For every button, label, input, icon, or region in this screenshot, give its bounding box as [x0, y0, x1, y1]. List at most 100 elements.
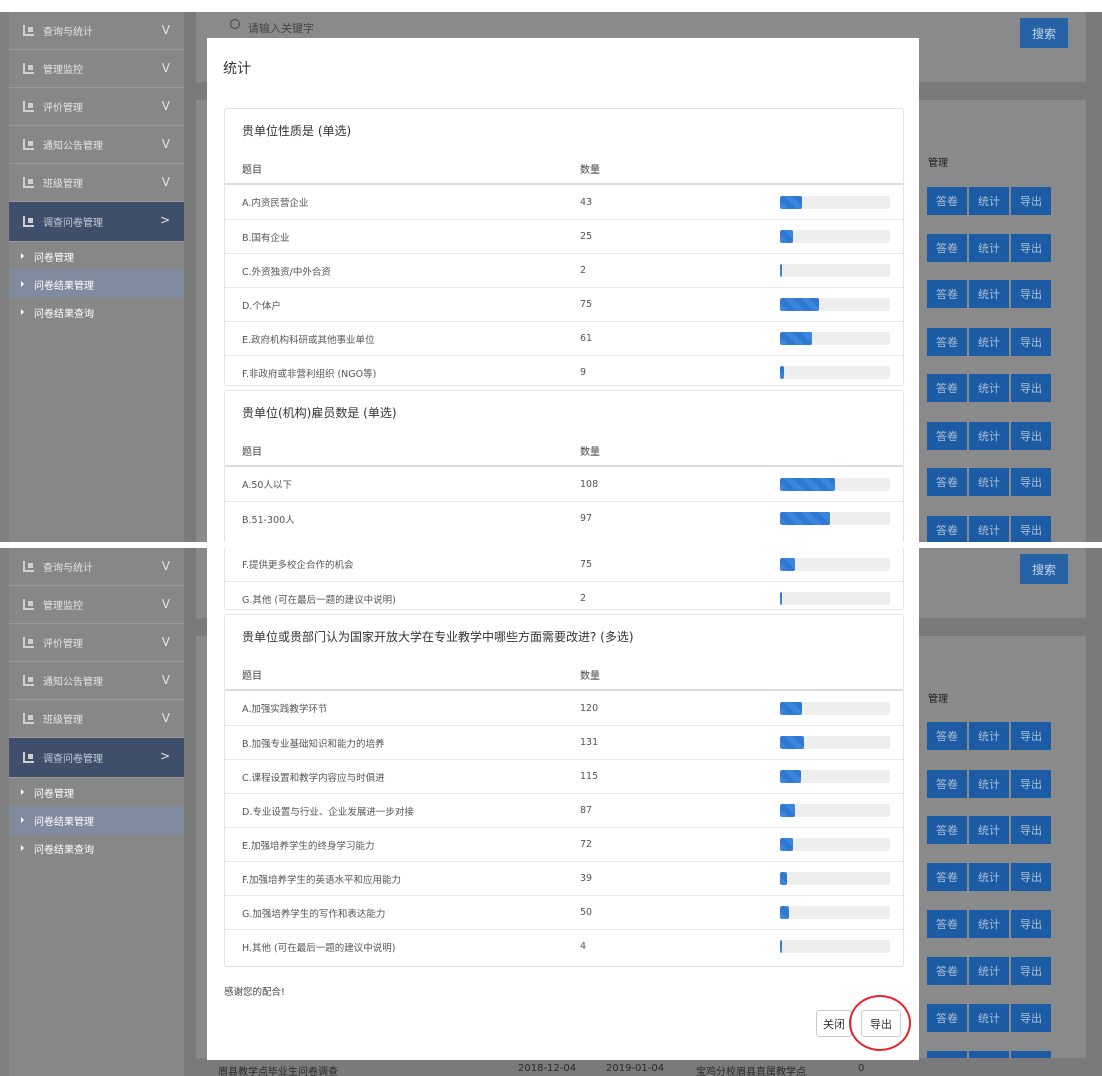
- table-row: B.国有企业 25: [225, 219, 903, 253]
- export-row-button[interactable]: 导出: [1011, 770, 1051, 798]
- stats-button[interactable]: 统计: [969, 187, 1009, 215]
- progress-bar: [780, 736, 890, 749]
- option-label: C.课程设置和教学内容应与时俱进: [242, 772, 385, 784]
- answer-button[interactable]: 答卷: [927, 422, 967, 450]
- stats-button[interactable]: 统计: [969, 234, 1009, 262]
- export-row-button[interactable]: 导出: [1011, 957, 1051, 985]
- table-row: B.51-300人 97: [225, 501, 903, 535]
- stats-button[interactable]: 统计: [969, 910, 1009, 938]
- export-row-button[interactable]: 导出: [1011, 374, 1051, 402]
- sidebar-item-evaluation[interactable]: 评价管理 V: [9, 88, 184, 126]
- stats-button[interactable]: 统计: [969, 957, 1009, 985]
- option-count: 25: [580, 231, 593, 242]
- sidebar-item-monitoring[interactable]: 管理监控 V: [9, 50, 184, 88]
- progress-bar: [780, 804, 890, 817]
- export-row-button[interactable]: 导出: [1011, 422, 1051, 450]
- stats-button[interactable]: 统计: [969, 863, 1009, 891]
- sidebar-subitem-result-manage[interactable]: 问卷结果管理: [9, 806, 184, 834]
- export-row-button[interactable]: 导出: [1011, 722, 1051, 750]
- export-row-button[interactable]: 导出: [1011, 187, 1051, 215]
- caret-right-icon: [21, 789, 24, 795]
- answer-button[interactable]: 答卷: [927, 957, 967, 985]
- sidebar-item-notices[interactable]: 通知公告管理 V: [9, 126, 184, 164]
- folder-tree-icon: [23, 599, 34, 610]
- progress-bar: [780, 366, 890, 379]
- sidebar-item-label: 管理监控: [43, 65, 83, 76]
- stats-button[interactable]: 统计: [969, 1004, 1009, 1032]
- sidebar-item-surveys[interactable]: 调查问卷管理 >: [9, 202, 184, 242]
- answer-button[interactable]: 答卷: [927, 374, 967, 402]
- stats-button[interactable]: 统计: [969, 468, 1009, 496]
- close-button[interactable]: 关闭: [816, 1010, 852, 1037]
- stats-button[interactable]: 统计: [969, 280, 1009, 308]
- search-input-box[interactable]: 请输入关键字: [224, 12, 914, 40]
- chevron-down-icon: V: [161, 635, 170, 649]
- stats-button[interactable]: 统计: [969, 816, 1009, 844]
- sidebar-item-classes[interactable]: 班级管理 V: [9, 164, 184, 202]
- sidebar: 查询与统计 V 管理监控 V 评价管理 V 通知公告管理 V 班级管理 V 调查问卷管理 >…: [9, 548, 184, 1076]
- sidebar-item-query-stats[interactable]: 查询与统计 V: [9, 548, 184, 586]
- sidebar-item-monitoring[interactable]: 管理监控 V: [9, 586, 184, 624]
- export-row-button[interactable]: 导出: [1011, 1004, 1051, 1032]
- highlight-circle: [849, 995, 911, 1051]
- export-row-button[interactable]: 导出: [1011, 280, 1051, 308]
- sidebar-subitem-result-query[interactable]: 问卷结果查询: [9, 298, 184, 326]
- sidebar-subitem-survey-manage[interactable]: 问卷管理: [9, 242, 184, 270]
- export-row-button[interactable]: 导出: [1011, 328, 1051, 356]
- sidebar-subitem-label: 问卷结果查询: [34, 844, 94, 856]
- stats-button[interactable]: 统计: [969, 722, 1009, 750]
- export-row-button[interactable]: 导出: [1011, 468, 1051, 496]
- sidebar-item-evaluation[interactable]: 评价管理 V: [9, 624, 184, 662]
- sidebar: 查询与统计 V 管理监控 V 评价管理 V 通知公告管理 V 班级管理 V 调查问卷管理 >…: [9, 12, 184, 542]
- export-row-button[interactable]: 导出: [1011, 516, 1051, 542]
- answer-button[interactable]: 答卷: [927, 1004, 967, 1032]
- export-row-button[interactable]: 导出: [1011, 816, 1051, 844]
- option-count: 2: [580, 265, 587, 276]
- sidebar-subitem-survey-manage[interactable]: 问卷管理: [9, 778, 184, 806]
- progress-fill: [780, 332, 812, 345]
- search-button[interactable]: 搜索: [1020, 554, 1068, 584]
- answer-button[interactable]: 答卷: [927, 468, 967, 496]
- progress-bar: [780, 940, 890, 953]
- count-cell: 0: [858, 1063, 865, 1074]
- search-button[interactable]: 搜索: [1020, 18, 1068, 48]
- answer-button[interactable]: 答卷: [927, 770, 967, 798]
- option-count: 2: [580, 593, 587, 604]
- site-cell: 宝鸡分校眉县直属教学点: [696, 1067, 806, 1076]
- answer-button[interactable]: 答卷: [927, 910, 967, 938]
- stats-button[interactable]: 统计: [969, 374, 1009, 402]
- stats-button[interactable]: 统计: [969, 422, 1009, 450]
- manage-column-header: 管理: [928, 158, 948, 169]
- answer-button[interactable]: 答卷: [927, 280, 967, 308]
- sidebar-subitem-result-query[interactable]: 问卷结果查询: [9, 834, 184, 862]
- export-row-button[interactable]: 导出: [1011, 910, 1051, 938]
- answer-button[interactable]: 答卷: [927, 516, 967, 542]
- survey-name-cell: 眉县教学点毕业生问卷调查: [218, 1067, 338, 1076]
- chevron-down-icon: V: [161, 597, 170, 611]
- answer-button[interactable]: 答卷: [927, 722, 967, 750]
- stats-button[interactable]: 统计: [969, 516, 1009, 542]
- search-input[interactable]: 请输入关键字: [248, 20, 314, 36]
- sidebar-item-surveys[interactable]: 调查问卷管理 >: [9, 738, 184, 778]
- sidebar-item-notices[interactable]: 通知公告管理 V: [9, 662, 184, 700]
- option-count: 131: [580, 737, 599, 748]
- stats-button[interactable]: 统计: [969, 770, 1009, 798]
- export-row-button[interactable]: 导出: [1011, 863, 1051, 891]
- answer-button[interactable]: 答卷: [927, 187, 967, 215]
- table-row: F.非政府或非营利组织 (NGO等) 9: [225, 355, 903, 389]
- answer-button[interactable]: 答卷: [927, 816, 967, 844]
- sidebar-subitem-result-manage[interactable]: 问卷结果管理: [9, 270, 184, 298]
- table-row: F.提供更多校企合作的机会 75: [225, 548, 903, 581]
- table-row[interactable]: 眉县教学点毕业生问卷调查 2018-12-04 2019-01-04 宝鸡分校眉…: [184, 1058, 1102, 1076]
- progress-bar: [780, 872, 890, 885]
- answer-button[interactable]: 答卷: [927, 863, 967, 891]
- export-row-button[interactable]: 导出: [1011, 234, 1051, 262]
- sidebar-item-query-stats[interactable]: 查询与统计 V: [9, 12, 184, 50]
- answer-button[interactable]: 答卷: [927, 234, 967, 262]
- progress-fill: [780, 872, 787, 885]
- col-count: 数量: [580, 670, 600, 682]
- answer-button[interactable]: 答卷: [927, 328, 967, 356]
- bottom-screenshot-panel: 搜索 管理 答卷 统计 导出 答卷 统计 导出 答卷 统计 导出 答卷 统计 导出 答卷 统计 导出…: [0, 548, 1102, 1076]
- sidebar-item-classes[interactable]: 班级管理 V: [9, 700, 184, 738]
- stats-button[interactable]: 统计: [969, 328, 1009, 356]
